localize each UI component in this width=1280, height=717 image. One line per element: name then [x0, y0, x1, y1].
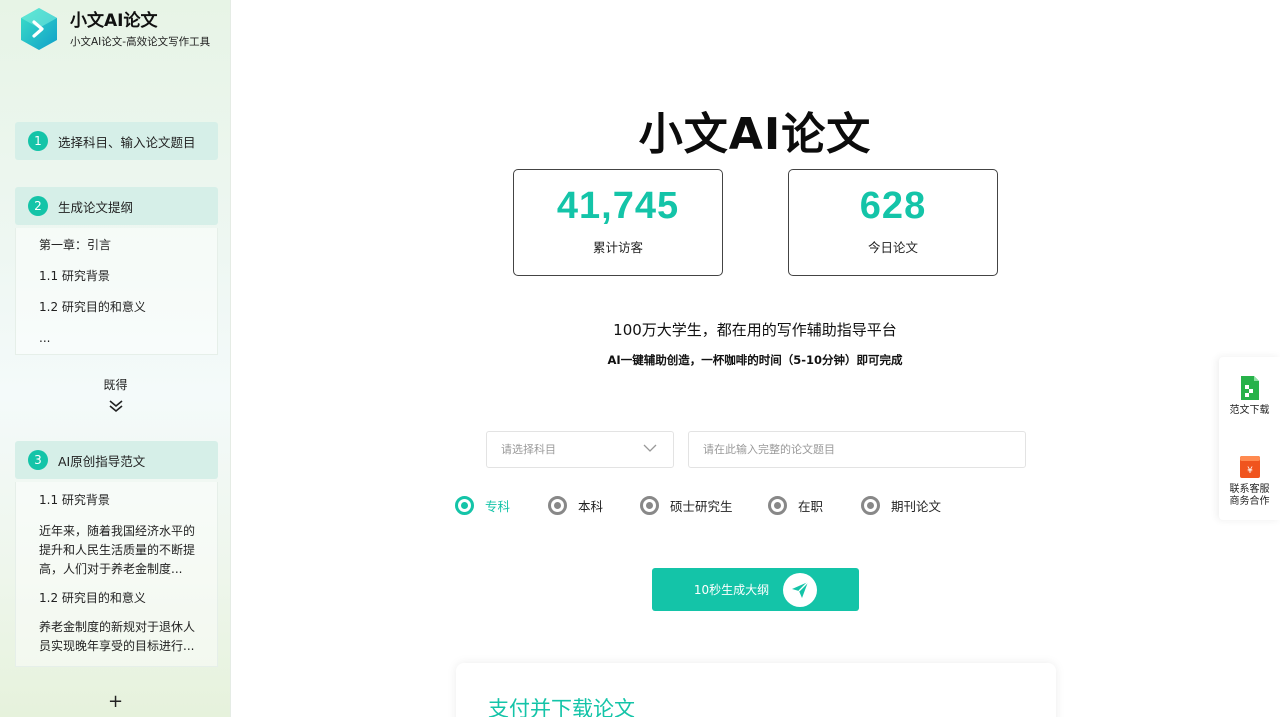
outline-item: 1.1 研究背景	[39, 269, 110, 283]
add-button[interactable]: +	[0, 691, 230, 712]
degree-label: 本科	[578, 499, 604, 514]
floating-toolbar: 范文下载 ¥ 联系客服 商务合作	[1219, 357, 1280, 520]
sample-heading: 1.2 研究目的和意义	[39, 591, 146, 605]
pay-download-card: 支付并下载论文	[456, 663, 1056, 717]
collapse-toggle[interactable]: 既得	[0, 376, 230, 413]
degree-option-bachelor[interactable]: 本科	[548, 496, 603, 515]
business-cooperation-label: 商务合作	[1229, 496, 1270, 507]
degree-option-in-service[interactable]: 在职	[768, 496, 823, 515]
stat-visitors: 41,745 累计访客	[513, 169, 723, 276]
degree-label: 硕士研究生	[670, 499, 733, 514]
sample-download-button[interactable]: 范文下载	[1219, 375, 1280, 417]
sample-download-label: 范文下载	[1229, 405, 1270, 416]
subject-select[interactable]: 请选择科目	[486, 431, 674, 468]
document-download-icon	[1240, 376, 1259, 400]
step-2-label: 生成论文提纲	[58, 199, 134, 215]
generate-outline-label: 10秒生成大纲	[693, 583, 770, 597]
send-icon	[783, 572, 818, 607]
radio-selected-icon	[455, 496, 474, 515]
logo-icon	[19, 7, 59, 51]
generate-outline-button[interactable]: 10秒生成大纲	[652, 568, 859, 611]
degree-label: 在职	[798, 499, 824, 514]
subject-placeholder: 请选择科目	[501, 443, 556, 456]
radio-icon	[861, 496, 880, 515]
degree-option-master[interactable]: 硕士研究生	[640, 496, 733, 515]
brand-subtitle: 小文AI论文-高效论文写作工具	[70, 36, 211, 48]
step-3-label: AI原创指导范文	[58, 453, 146, 469]
radio-icon	[548, 496, 567, 515]
chevron-down-icon	[643, 444, 657, 452]
stat-visitors-value: 41,745	[556, 185, 680, 227]
contact-service-label: 联系客服	[1229, 484, 1270, 495]
brand[interactable]: 小文AI论文 小文AI论文-高效论文写作工具	[19, 7, 210, 51]
double-chevron-down-icon	[108, 400, 123, 413]
degree-label: 期刊论文	[891, 499, 942, 514]
radio-icon	[768, 496, 787, 515]
degree-option-journal[interactable]: 期刊论文	[861, 496, 941, 515]
step-3-header: 3 AI原创指导范文	[15, 441, 218, 479]
contact-service-button[interactable]: ¥ 联系客服 商务合作	[1219, 456, 1280, 508]
svg-text:¥: ¥	[1247, 466, 1253, 476]
page-title: 小文AI论文	[638, 109, 872, 160]
contact-service-icon: ¥	[1239, 456, 1260, 478]
stat-papers-label: 今日论文	[867, 240, 918, 255]
step-3-number: 3	[28, 450, 48, 470]
brand-title: 小文AI论文	[70, 11, 158, 31]
sample-paragraph: 养老金制度的新规对于退休人员实现晚年享受的目标进行...	[39, 620, 196, 653]
step-2-header: 2 生成论文提纲	[15, 187, 218, 225]
pay-download-title: 支付并下载论文	[488, 697, 635, 717]
sample-preview: 1.1 研究背景 近年来，随着我国经济水平的提升和人民生活质量的不断提高，人们对…	[15, 482, 218, 667]
collapse-label: 既得	[103, 378, 128, 392]
slogan: 100万大学生，都在用的写作辅助指导平台	[613, 321, 897, 339]
topic-input[interactable]	[688, 431, 1026, 468]
radio-icon	[640, 496, 659, 515]
stat-papers-today: 628 今日论文	[788, 169, 998, 276]
slogan-sub: AI一键辅助创造，一杯咖啡的时间（5-10分钟）即可完成	[607, 353, 903, 367]
stat-papers-value: 628	[859, 185, 927, 227]
outline-item: 第一章：引言	[39, 238, 112, 252]
degree-option-junior-college[interactable]: 专科	[455, 496, 510, 515]
sample-heading: 1.1 研究背景	[39, 493, 110, 507]
sample-paragraph: 近年来，随着我国经济水平的提升和人民生活质量的不断提高，人们对于养老金制度...	[39, 524, 196, 576]
stat-visitors-label: 累计访客	[592, 240, 643, 255]
step-2-number: 2	[28, 196, 48, 216]
degree-label: 专科	[485, 499, 511, 514]
